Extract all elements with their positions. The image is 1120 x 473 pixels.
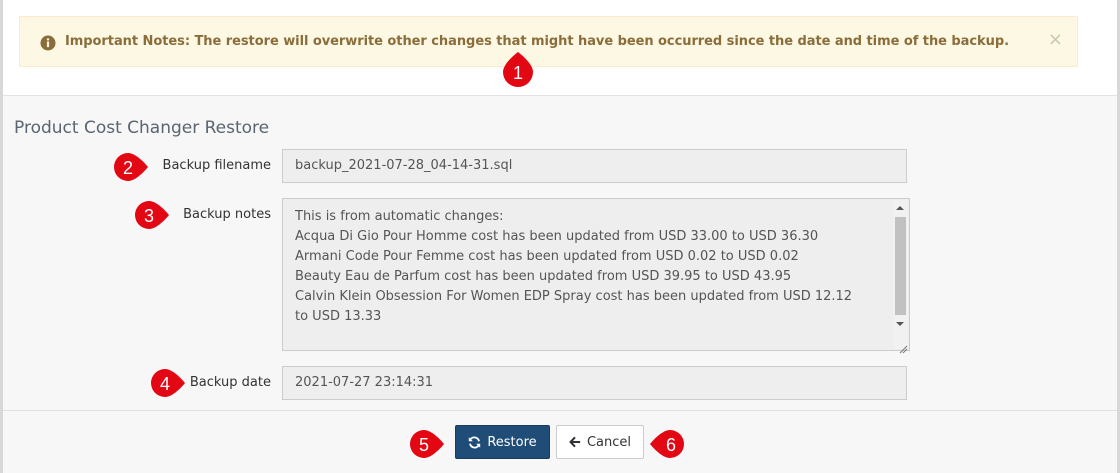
- notes-line: Calvin Klein Obsession For Women EDP Spr…: [295, 289, 853, 304]
- annotation-marker-5: 5: [404, 425, 446, 463]
- page-title: Product Cost Changer Restore: [14, 118, 270, 138]
- restore-label: Restore: [487, 434, 537, 450]
- backup-notes-text: This is from automatic changes: Acqua Di…: [295, 207, 852, 327]
- resize-grip-icon[interactable]: [898, 339, 908, 354]
- backup-date-label: Backup date: [189, 375, 271, 390]
- notes-scrollbar[interactable]: [893, 200, 908, 349]
- notes-line: Beauty Eau de Parfum cost has been updat…: [295, 269, 792, 284]
- info-circle-icon: [40, 35, 56, 51]
- marker-number: 2: [123, 158, 133, 178]
- alert-close-button[interactable]: ×: [1048, 31, 1063, 49]
- cancel-label: Cancel: [586, 434, 632, 450]
- scroll-down-arrow-icon[interactable]: [896, 322, 904, 326]
- backup-filename-field[interactable]: backup_2021-07-28_04-14-31.sql: [282, 149, 907, 183]
- annotation-marker-1: 1: [497, 50, 539, 88]
- backup-notes-textarea[interactable]: This is from automatic changes: Acqua Di…: [282, 198, 910, 354]
- scroll-up-arrow-icon[interactable]: [896, 206, 904, 210]
- notes-line: to USD 13.33: [295, 309, 382, 324]
- alert-message: Important Notes: The restore will overwr…: [65, 34, 1009, 49]
- cancel-button[interactable]: Cancel: [556, 425, 644, 459]
- notes-line: Acqua Di Gio Pour Homme cost has been up…: [295, 229, 819, 244]
- annotation-marker-3: 3: [129, 196, 171, 234]
- refresh-icon: [468, 436, 481, 449]
- backup-notes-label: Backup notes: [183, 207, 271, 222]
- arrow-left-icon: [569, 436, 581, 448]
- scroll-thumb[interactable]: [895, 217, 906, 315]
- restore-button[interactable]: Restore: [455, 425, 550, 459]
- marker-number: 6: [666, 435, 676, 455]
- marker-number: 5: [419, 435, 429, 455]
- annotation-marker-4: 4: [145, 364, 187, 402]
- notes-line: This is from automatic changes:: [295, 209, 504, 224]
- marker-number: 1: [513, 63, 523, 83]
- warning-alert: Important Notes: The restore will overwr…: [19, 16, 1078, 67]
- marker-number: 4: [160, 374, 170, 394]
- marker-number: 3: [144, 206, 154, 226]
- annotation-marker-2: 2: [108, 148, 150, 186]
- divider: [3, 410, 1117, 411]
- annotation-marker-6: 6: [648, 425, 690, 463]
- left-border: [0, 0, 3, 473]
- notes-line: Armani Code Pour Femme cost has been upd…: [295, 249, 799, 264]
- backup-filename-label: Backup filename: [162, 158, 271, 173]
- backup-date-field[interactable]: 2021-07-27 23:14:31: [282, 366, 907, 400]
